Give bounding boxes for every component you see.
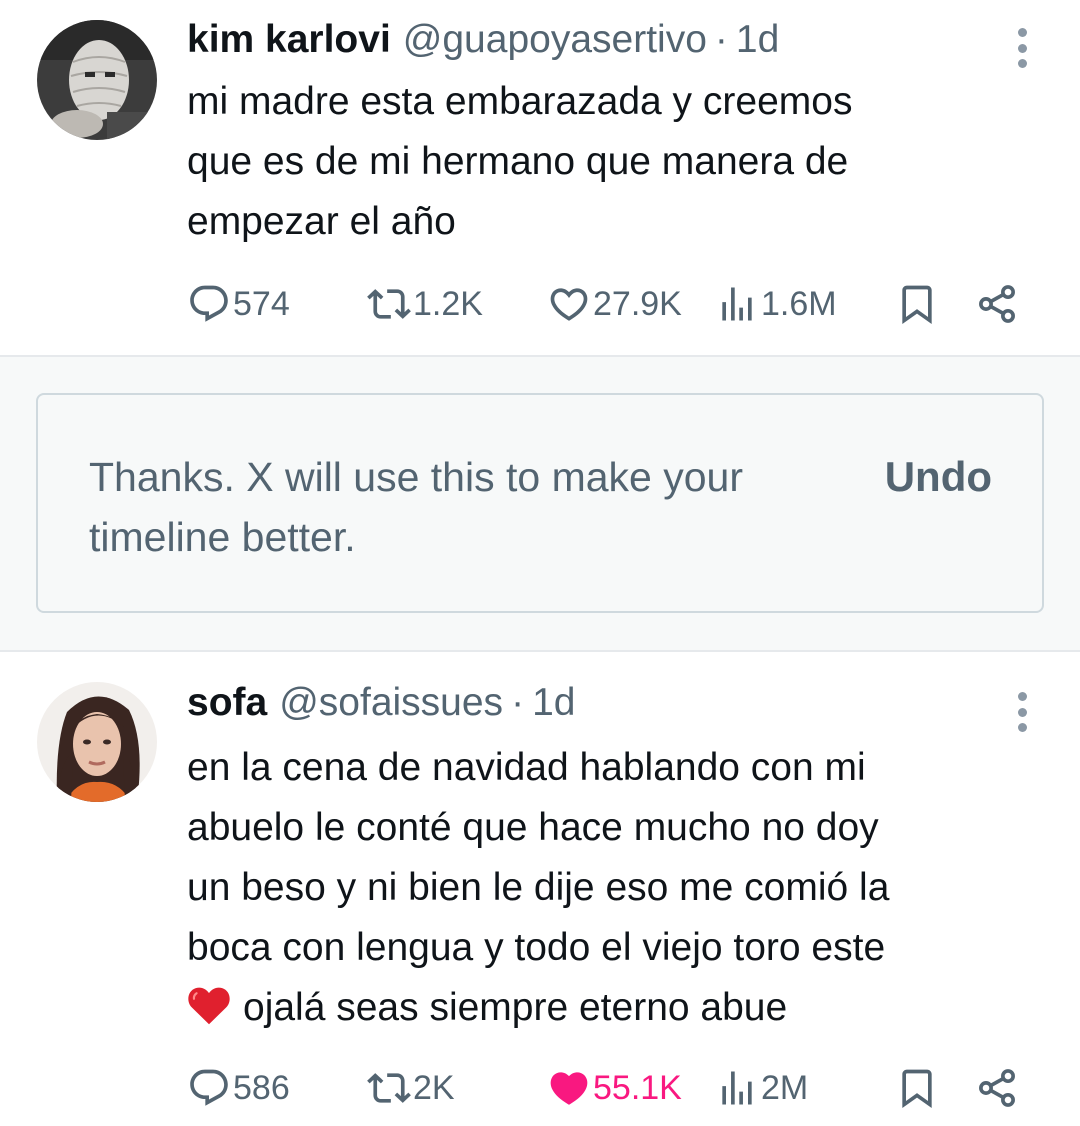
tweet-text-line: que es de mi hermano que manera de — [187, 140, 849, 183]
feedback-message-line: Thanks. X will use this to make your — [89, 454, 743, 500]
share-button[interactable] — [975, 1063, 1019, 1113]
bookmark-button[interactable] — [895, 279, 939, 329]
more-icon[interactable] — [1010, 24, 1034, 72]
like-icon — [547, 282, 591, 326]
tweet-text-line: ojalá seas siempre eterno abue — [243, 986, 788, 1029]
action-bar: 574 1.2K 27.9K 1.6M — [187, 279, 1037, 329]
like-button[interactable]: 55.1K — [547, 1063, 682, 1113]
repost-button[interactable]: 1.2K — [367, 279, 483, 329]
tweet-text-line: un beso y ni bien le dije eso me comió l… — [187, 866, 890, 909]
reply-button[interactable]: 586 — [187, 1063, 290, 1113]
repost-count: 1.2K — [413, 284, 483, 323]
bookmark-icon — [895, 1066, 939, 1110]
repost-button[interactable]: 2K — [367, 1063, 455, 1113]
repost-icon — [367, 282, 411, 326]
tweet-text-line-with-emoji: ojalá seas siempre eterno abue — [187, 978, 1027, 1038]
tweet-header: sofa @sofaissues · 1d — [187, 678, 575, 728]
action-bar: 586 2K 55.1K 2M — [187, 1063, 1037, 1113]
separator: · — [511, 681, 525, 724]
feedback-message-line: timeline better. — [89, 514, 356, 560]
more-icon[interactable] — [1010, 688, 1034, 736]
user-handle[interactable]: @sofaissues — [279, 681, 503, 725]
views-button[interactable]: 1.6M — [715, 279, 837, 329]
display-name[interactable]: kim karlovi — [187, 18, 391, 62]
share-button[interactable] — [975, 279, 1019, 329]
avatar[interactable] — [37, 20, 157, 140]
tweet[interactable]: sofa @sofaissues · 1d en la cena de navi… — [0, 652, 1080, 1126]
views-icon — [715, 1066, 759, 1110]
views-button[interactable]: 2M — [715, 1063, 808, 1113]
tweet-text-line: mi madre esta embarazada y creemos — [187, 80, 853, 123]
bookmark-button[interactable] — [895, 1063, 939, 1113]
timestamp[interactable]: 1d — [532, 681, 575, 725]
views-count: 2M — [761, 1068, 809, 1107]
feedback-notice: Thanks. X will use this to make your tim… — [36, 393, 1044, 613]
repost-count: 2K — [413, 1068, 455, 1107]
repost-icon — [367, 1066, 411, 1110]
tweet-text: en la cena de navidad hablando con mi ab… — [187, 738, 1027, 1038]
avatar[interactable] — [37, 682, 157, 802]
tweet-text-line: boca con lengua y todo el viejo toro est… — [187, 926, 886, 969]
timestamp[interactable]: 1d — [736, 18, 779, 62]
reply-button[interactable]: 574 — [187, 279, 290, 329]
like-count: 55.1K — [593, 1068, 682, 1107]
reply-icon — [187, 282, 231, 326]
like-button[interactable]: 27.9K — [547, 279, 682, 329]
tweet[interactable]: kim karlovi @guapoyasertivo · 1d mi madr… — [0, 0, 1080, 355]
separator: · — [714, 18, 728, 61]
like-icon — [547, 1066, 591, 1110]
share-icon — [975, 282, 1019, 326]
share-icon — [975, 1066, 1019, 1110]
reply-count: 574 — [233, 284, 290, 323]
views-icon — [715, 282, 759, 326]
feedback-message: Thanks. X will use this to make your tim… — [89, 447, 849, 567]
display-name[interactable]: sofa — [187, 681, 267, 725]
like-count: 27.9K — [593, 284, 682, 323]
tweet-text: mi madre esta embarazada y creemos que e… — [187, 72, 1027, 252]
user-handle[interactable]: @guapoyasertivo — [403, 18, 707, 62]
tweet-text-line: empezar el año — [187, 200, 456, 243]
tweet-text-line: abuelo le conté que hace mucho no doy — [187, 806, 879, 849]
feedback-section: Thanks. X will use this to make your tim… — [0, 357, 1080, 650]
reply-icon — [187, 1066, 231, 1110]
undo-button[interactable]: Undo — [885, 453, 992, 501]
views-count: 1.6M — [761, 284, 837, 323]
tweet-text-line: en la cena de navidad hablando con mi — [187, 746, 866, 789]
reply-count: 586 — [233, 1068, 290, 1107]
tweet-header: kim karlovi @guapoyasertivo · 1d — [187, 15, 779, 65]
red-heart-icon — [188, 987, 230, 1025]
bookmark-icon — [895, 282, 939, 326]
